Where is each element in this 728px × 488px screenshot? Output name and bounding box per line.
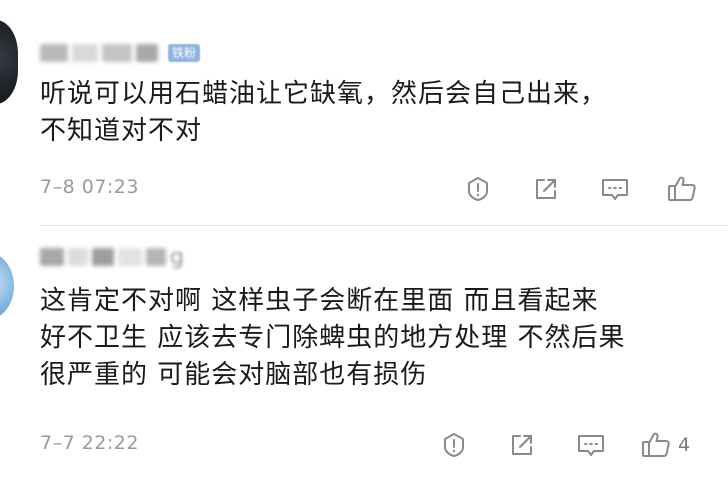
comment-text: 这肯定不对啊 这样虫子会断在里面 而且看起来 好不卫生 应该去专门除蜱虫的地方处… xyxy=(40,283,708,394)
like-button[interactable] xyxy=(666,172,704,206)
thumbs-up-icon xyxy=(668,176,696,201)
report-button[interactable] xyxy=(464,172,492,206)
comment-line: 好不卫生 应该去专门除蜱虫的地方处理 不然后果 xyxy=(40,323,626,353)
username-redacted xyxy=(92,248,114,266)
like-button[interactable]: 4 xyxy=(640,428,690,462)
like-count: 4 xyxy=(678,434,691,456)
username[interactable]: 铁粉 xyxy=(40,38,201,68)
username-redacted xyxy=(40,44,68,62)
comment-line: 听说可以用石蜡油让它缺氧，然后会自己出来， xyxy=(40,79,608,109)
share-button[interactable] xyxy=(532,172,560,206)
avatar[interactable] xyxy=(0,20,18,104)
username-redacted xyxy=(40,248,64,266)
timestamp: 7–7 22:22 xyxy=(40,432,139,454)
username-redacted xyxy=(118,248,142,266)
comment-line: 不知道对不对 xyxy=(40,116,203,146)
fan-badge: 铁粉 xyxy=(168,44,201,62)
username-redacted xyxy=(72,44,98,62)
comment-list: 铁粉 听说可以用石蜡油让它缺氧，然后会自己出来， 不知道对不对 7–8 07:2… xyxy=(0,0,728,488)
username-text: g xyxy=(170,244,185,270)
comment-item: 铁粉 听说可以用石蜡油让它缺氧，然后会自己出来， 不知道对不对 7–8 07:2… xyxy=(0,0,728,225)
comment-icon xyxy=(578,435,604,456)
comment-icon xyxy=(602,179,628,200)
username-redacted xyxy=(136,44,158,62)
share-icon xyxy=(536,179,556,199)
report-button[interactable] xyxy=(440,428,468,462)
reply-button[interactable] xyxy=(600,172,630,206)
comment-meta: 7–8 07:23 xyxy=(40,172,728,206)
share-icon xyxy=(512,435,532,455)
comment-text: 听说可以用石蜡油让它缺氧，然后会自己出来， 不知道对不对 xyxy=(40,76,708,150)
reply-button[interactable] xyxy=(576,428,606,462)
avatar[interactable] xyxy=(0,252,14,320)
warning-icon xyxy=(444,433,464,457)
comment-line: 这肯定不对啊 这样虫子会断在里面 而且看起来 xyxy=(40,286,599,316)
comment-meta: 7–7 22:22 4 xyxy=(40,428,728,462)
username-redacted xyxy=(102,44,132,62)
warning-icon xyxy=(468,177,488,201)
share-button[interactable] xyxy=(508,428,536,462)
thumbs-up-icon xyxy=(642,432,670,457)
username-redacted xyxy=(146,248,166,266)
comment-item: g 这肯定不对啊 这样虫子会断在里面 而且看起来 好不卫生 应该去专门除蜱虫的地… xyxy=(0,226,728,488)
username[interactable]: g xyxy=(40,242,185,272)
timestamp: 7–8 07:23 xyxy=(40,176,139,198)
username-redacted xyxy=(68,248,88,266)
comment-line: 很严重的 可能会对脑部也有损伤 xyxy=(40,360,428,390)
